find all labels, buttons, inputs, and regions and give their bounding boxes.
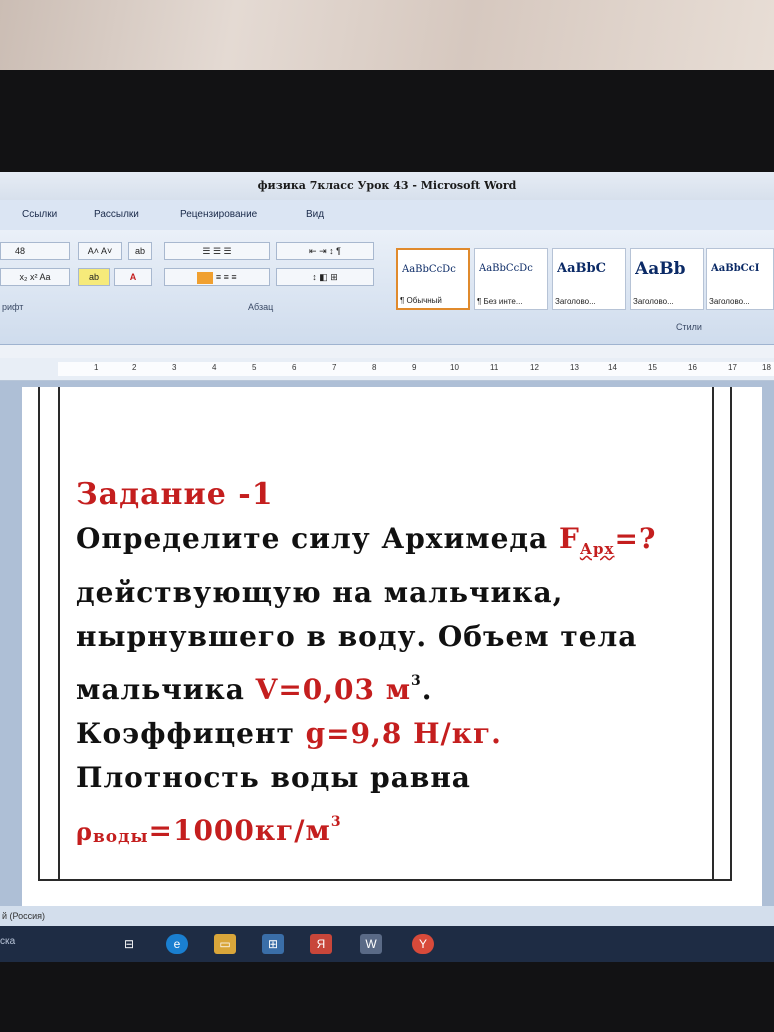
document-body[interactable]: Задание -1 Определите силу Архимеда FАрх… xyxy=(76,473,716,859)
style-normal[interactable]: AaBbCcDc ¶ Обычный xyxy=(396,248,470,310)
text-line: Определите силу Архимеда FАрх=? xyxy=(76,517,716,571)
highlight-button[interactable]: ab xyxy=(78,268,110,286)
ruler-tick: 13 xyxy=(570,363,579,372)
ruler-tick: 15 xyxy=(648,363,657,372)
horizontal-ruler[interactable]: 1 2 3 4 5 6 7 8 9 10 11 12 13 14 15 16 1… xyxy=(0,358,774,381)
text-line: Плотность воды равна xyxy=(76,761,471,794)
font-color-button[interactable]: A xyxy=(114,268,152,286)
ruler-tick: 5 xyxy=(252,363,257,372)
status-bar: й (Россия) xyxy=(0,906,774,926)
ruler-tick: 18 xyxy=(762,363,771,372)
tab-view[interactable]: Вид xyxy=(306,209,324,220)
style-sample: AaBbCcDc xyxy=(479,263,533,274)
folder-icon[interactable]: ▭ xyxy=(214,934,236,954)
volume-value: V=0,03 м xyxy=(255,673,412,706)
rho-subscript: воды xyxy=(92,827,149,847)
task-view-icon[interactable]: ⊟ xyxy=(118,934,140,954)
clear-format-button[interactable]: ab xyxy=(128,242,152,260)
edge-icon[interactable]: e xyxy=(166,934,188,954)
yandex-browser-icon[interactable]: Y xyxy=(412,934,434,954)
style-name: ¶ Обычный xyxy=(400,296,442,305)
ruler-tick: 9 xyxy=(412,363,417,372)
yandex-app-icon[interactable]: Я xyxy=(310,934,332,954)
ribbon: 48 A˄ A˅ ab x₂ x² Aa ab A рифт ☰ ☰ ☰ ⇤ ⇥… xyxy=(0,230,774,345)
text-line: ρводы=1000кг/м3 xyxy=(76,800,716,859)
tab-mailings[interactable]: Рассылки xyxy=(94,209,139,220)
store-icon[interactable]: ⊞ xyxy=(262,934,284,954)
task-title: Задание -1 xyxy=(76,477,274,512)
text-run: Определите силу Архимеда xyxy=(76,522,549,555)
style-heading-2[interactable]: AaBb Заголово... xyxy=(630,248,704,310)
font-grow-shrink-button[interactable]: A˄ A˅ xyxy=(78,242,122,260)
styles-group-label: Стили xyxy=(676,322,702,332)
style-heading-3[interactable]: AaBbCcI Заголово... xyxy=(706,248,774,310)
ruler-tick: 4 xyxy=(212,363,217,372)
text-run: мальчика xyxy=(76,673,245,706)
style-name: ¶ Без инте... xyxy=(477,297,523,306)
ruler-tick: 8 xyxy=(372,363,377,372)
word-app-icon[interactable]: W xyxy=(360,934,382,954)
spacing-border-buttons[interactable]: ↕ ◧ ⊞ xyxy=(276,268,374,286)
style-sample: AaBbCcDc xyxy=(402,264,456,275)
text-line: действующую на мальчика, xyxy=(76,576,564,609)
force-subscript: Арх xyxy=(579,540,615,558)
language-indicator[interactable]: й (Россия) xyxy=(2,911,45,921)
volume-exponent: 3 xyxy=(411,673,422,689)
paragraph-group-label: Абзац xyxy=(248,302,274,312)
text-run: Коэффицент xyxy=(76,717,295,750)
taskbar: ска ⊟ e ▭ ⊞ Я W Y xyxy=(0,926,774,962)
force-question: =? xyxy=(614,522,657,555)
density-exponent: 3 xyxy=(330,814,342,830)
text-line: мальчика V=0,03 м3. xyxy=(76,659,716,712)
font-size-select[interactable]: 48 xyxy=(0,242,70,260)
style-heading-1[interactable]: AaBbC Заголово... xyxy=(552,248,626,310)
style-sample: AaBbCcI xyxy=(711,263,760,274)
ruler-tick: 14 xyxy=(608,363,617,372)
indent-sort-buttons[interactable]: ⇤ ⇥ ↕ ¶ xyxy=(276,242,374,260)
ruler-tick: 6 xyxy=(292,363,297,372)
tab-references[interactable]: Ссылки xyxy=(22,209,57,220)
ruler-tick: 1 xyxy=(94,363,99,372)
ruler-tick: 11 xyxy=(490,363,499,372)
ribbon-tabs: Ссылки Рассылки Рецензирование Вид xyxy=(0,200,774,230)
ruler-tick: 3 xyxy=(172,363,177,372)
rho-symbol: ρ xyxy=(76,817,93,846)
align-buttons[interactable]: ≡ ≡ ≡ xyxy=(164,268,270,286)
document-area: Задание -1 Определите силу Архимеда FАрх… xyxy=(0,381,774,911)
force-formula: FАрх=? xyxy=(558,522,657,558)
text-line: Коэффицент g=9,8 Н/кг. xyxy=(76,712,716,756)
style-name: Заголово... xyxy=(555,297,596,306)
ruler-tick: 10 xyxy=(450,363,459,372)
taskbar-search[interactable]: ска xyxy=(0,936,15,947)
style-name: Заголово... xyxy=(709,297,750,306)
word-window: физика 7класс Урок 43 - Microsoft Word С… xyxy=(0,172,774,962)
font-group-label: рифт xyxy=(2,302,24,312)
window-title: физика 7класс Урок 43 - Microsoft Word xyxy=(0,172,774,200)
text-run: . xyxy=(421,673,433,706)
ruler-tick: 12 xyxy=(530,363,539,372)
style-sample: AaBb xyxy=(635,259,686,279)
ruler-tick: 7 xyxy=(332,363,337,372)
density-value: =1000кг/м xyxy=(148,814,331,847)
ruler-tick: 2 xyxy=(132,363,137,372)
force-symbol: F xyxy=(558,522,580,555)
text-line: нырнувшего в воду. Объем тела xyxy=(76,620,638,653)
g-value: g=9,8 Н/кг. xyxy=(305,717,502,750)
style-sample: AaBbC xyxy=(557,261,606,276)
ruler-tick: 16 xyxy=(688,363,697,372)
tab-review[interactable]: Рецензирование xyxy=(180,209,257,220)
document-page[interactable]: Задание -1 Определите силу Архимеда FАрх… xyxy=(22,387,762,907)
style-name: Заголово... xyxy=(633,297,674,306)
list-buttons[interactable]: ☰ ☰ ☰ xyxy=(164,242,270,260)
style-no-spacing[interactable]: AaBbCcDc ¶ Без инте... xyxy=(474,248,548,310)
sub-superscript-buttons[interactable]: x₂ x² Aa xyxy=(0,268,70,286)
ruler-tick: 17 xyxy=(728,363,737,372)
